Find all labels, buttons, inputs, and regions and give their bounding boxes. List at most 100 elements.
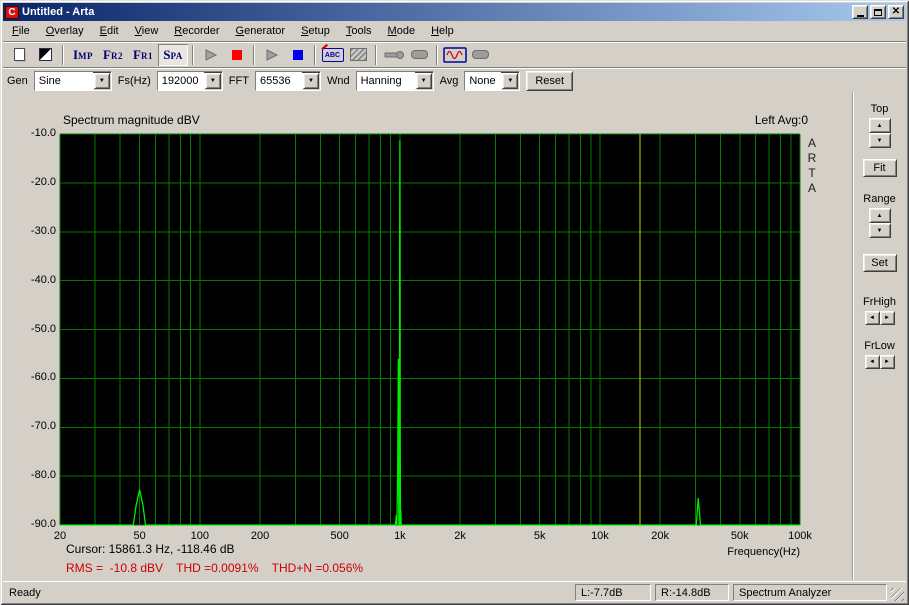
signal-generator-button[interactable] — [442, 44, 467, 66]
close-button[interactable]: ✕ — [888, 5, 904, 19]
fs-combobox[interactable]: 192000 ▼ — [157, 71, 223, 91]
menu-item-setup[interactable]: Setup — [293, 23, 338, 39]
frlow-left-button[interactable]: ◄ — [865, 355, 880, 369]
menu-item-edit[interactable]: Edit — [92, 23, 127, 39]
x-axis-label: Frequency(Hz) — [648, 546, 800, 558]
new-file-button[interactable] — [7, 44, 32, 66]
minimize-button[interactable] — [852, 5, 868, 19]
menu-item-mode[interactable]: Mode — [380, 23, 424, 39]
wnd-combobox[interactable]: Hanning ▼ — [356, 71, 434, 91]
range-up-button[interactable]: ▲ — [869, 208, 891, 223]
toolbar-separator — [253, 45, 255, 65]
avg-value: None — [465, 72, 501, 90]
x-tick-label: 5k — [534, 530, 546, 542]
sine-wave-icon — [443, 47, 467, 63]
reset-button[interactable]: Reset — [526, 71, 573, 91]
overlay-icon — [39, 48, 52, 61]
avg-combobox[interactable]: None ▼ — [464, 71, 520, 91]
capsule-tool2-button[interactable] — [468, 44, 493, 66]
chevron-down-icon[interactable]: ▼ — [94, 73, 110, 89]
x-tick-label: 200 — [251, 530, 269, 542]
probe-button[interactable] — [381, 44, 406, 66]
gen-combobox[interactable]: Sine ▼ — [34, 71, 112, 91]
generator-play-button[interactable] — [259, 44, 284, 66]
capsule-icon — [411, 50, 428, 59]
top-up-button[interactable]: ▲ — [869, 118, 891, 133]
mode-button-imp[interactable]: IMP — [68, 44, 98, 66]
toolbar-separator — [375, 45, 377, 65]
y-tick-label: -10.0 — [8, 127, 56, 139]
frhigh-right-button[interactable]: ► — [880, 311, 895, 325]
x-tick-label: 50k — [731, 530, 749, 542]
chevron-down-icon[interactable]: ▼ — [303, 73, 319, 89]
y-tick-label: -60.0 — [8, 371, 56, 383]
spectrum-plot[interactable] — [8, 93, 852, 579]
menu-bar: FileOverlayEditViewRecorderGeneratorSetu… — [3, 21, 906, 41]
top-label: Top — [871, 103, 889, 115]
calibrate-abc-icon: ABC — [322, 48, 344, 62]
status-ready: Ready — [5, 586, 571, 600]
play-icon — [265, 49, 279, 61]
chevron-down-icon[interactable]: ▼ — [205, 73, 221, 89]
gen-value: Sine — [35, 72, 93, 90]
frhigh-label: FrHigh — [863, 296, 896, 308]
menu-item-overlay[interactable]: Overlay — [38, 23, 92, 39]
overlay-button[interactable] — [33, 44, 58, 66]
y-tick-label: -40.0 — [8, 274, 56, 286]
gen-label: Gen — [7, 75, 28, 87]
menu-item-tools[interactable]: Tools — [338, 23, 380, 39]
arta-watermark: ARTA — [805, 136, 819, 196]
control-bar: Gen Sine ▼ Fs(Hz) 192000 ▼ FFT 65536 ▼ W… — [3, 67, 906, 93]
fit-button[interactable]: Fit — [863, 159, 897, 177]
title-bar[interactable]: C Untitled - Arta ✕ — [3, 3, 906, 21]
avg-status-label: Left Avg:0 — [698, 113, 808, 127]
generator-stop-button[interactable] — [285, 44, 310, 66]
top-down-button[interactable]: ▼ — [869, 133, 891, 148]
x-tick-label: 100k — [788, 530, 812, 542]
chevron-down-icon[interactable]: ▼ — [502, 73, 518, 89]
mode-button-fr2[interactable]: FR2 — [98, 44, 128, 66]
toolbar-separator — [314, 45, 316, 65]
play-icon — [204, 49, 218, 61]
fft-label: FFT — [229, 75, 249, 87]
capsule-tool-button[interactable] — [407, 44, 432, 66]
arrow-down-icon: ▼ — [877, 228, 883, 234]
new-document-icon — [14, 48, 25, 61]
record-stop-button[interactable] — [224, 44, 249, 66]
x-tick-label: 1k — [394, 530, 406, 542]
close-icon: ✕ — [892, 7, 900, 17]
mode-button-spa[interactable]: SPA — [158, 44, 188, 66]
rms-thd-readout: RMS = -10.8 dBV THD =0.0091% THD+N =0.05… — [66, 561, 363, 575]
resize-grip[interactable] — [891, 588, 904, 601]
toolbar: IMPFR2FR1SPA ABC — [3, 41, 906, 67]
chevron-down-icon[interactable]: ▼ — [416, 73, 432, 89]
menu-item-file[interactable]: File — [4, 23, 38, 39]
frlow-label: FrLow — [864, 340, 895, 352]
range-down-button[interactable]: ▼ — [869, 223, 891, 238]
app-logo-icon[interactable]: C — [5, 6, 19, 19]
mode-button-fr1[interactable]: FR1 — [128, 44, 158, 66]
menu-item-recorder[interactable]: Recorder — [166, 23, 227, 39]
arrow-right-icon: ► — [884, 359, 890, 365]
wnd-label: Wnd — [327, 75, 350, 87]
smoothing-button[interactable] — [346, 44, 371, 66]
menu-item-generator[interactable]: Generator — [228, 23, 294, 39]
status-bar: Ready L:-7.7dB R:-14.8dB Spectrum Analyz… — [3, 581, 906, 602]
x-tick-label: 20k — [651, 530, 669, 542]
frhigh-left-button[interactable]: ◄ — [865, 311, 880, 325]
fft-value: 65536 — [256, 72, 302, 90]
y-tick-label: -80.0 — [8, 469, 56, 481]
hatched-disabled-icon — [350, 48, 367, 61]
menu-item-view[interactable]: View — [127, 23, 167, 39]
maximize-button[interactable] — [870, 5, 886, 19]
arrow-left-icon: ◄ — [869, 359, 875, 365]
wnd-value: Hanning — [357, 72, 415, 90]
menu-item-help[interactable]: Help — [423, 23, 462, 39]
status-right-level: R:-14.8dB — [655, 584, 729, 601]
set-button[interactable]: Set — [863, 254, 897, 272]
frlow-right-button[interactable]: ► — [880, 355, 895, 369]
calibrate-button[interactable]: ABC — [320, 44, 345, 66]
record-play-button[interactable] — [198, 44, 223, 66]
status-mode: Spectrum Analyzer — [733, 584, 887, 601]
fft-combobox[interactable]: 65536 ▼ — [255, 71, 321, 91]
